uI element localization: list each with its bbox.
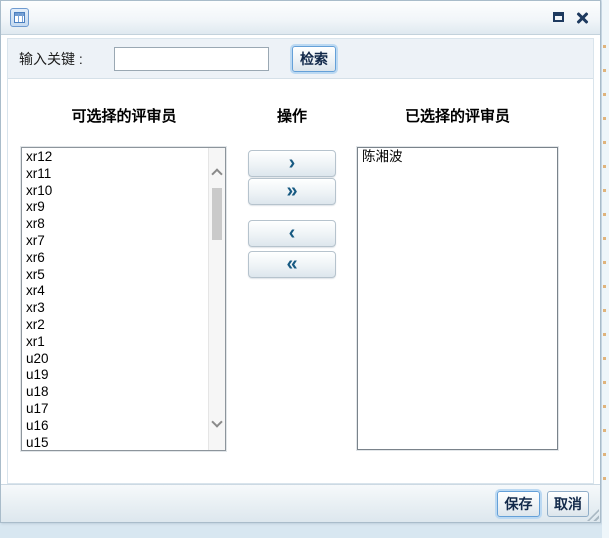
move-selected-left-button[interactable]: ‹: [248, 220, 336, 247]
titlebar[interactable]: [1, 1, 600, 35]
list-item[interactable]: u16: [22, 418, 208, 435]
scroll-down-icon[interactable]: [213, 420, 221, 428]
search-bar: 输入关键 : 检索: [8, 39, 593, 79]
move-selected-right-button[interactable]: ›: [248, 150, 336, 177]
move-all-left-button[interactable]: «: [248, 251, 336, 278]
scrollbar-thumb[interactable]: [212, 188, 222, 240]
list-item[interactable]: xr12: [22, 149, 208, 166]
underlying-page-strip: [602, 0, 609, 538]
list-item[interactable]: xr2: [22, 317, 208, 334]
selected-column-title: 已选择的评审员: [357, 105, 558, 126]
list-item[interactable]: 陈湘波: [358, 149, 557, 166]
list-item[interactable]: u17: [22, 401, 208, 418]
search-button[interactable]: 检索: [292, 46, 336, 72]
dialog-footer: 保存 取消: [1, 484, 600, 522]
list-item[interactable]: xr7: [22, 233, 208, 250]
selected-listbox[interactable]: 陈湘波: [357, 147, 558, 450]
list-item[interactable]: u19: [22, 367, 208, 384]
search-input[interactable]: [114, 47, 269, 71]
list-item[interactable]: xr8: [22, 216, 208, 233]
save-button[interactable]: 保存: [497, 491, 540, 517]
move-all-right-button[interactable]: »: [248, 178, 336, 205]
list-item[interactable]: u15: [22, 435, 208, 451]
list-item[interactable]: xr3: [22, 300, 208, 317]
available-column-title: 可选择的评审员: [21, 105, 227, 126]
list-item[interactable]: xr6: [22, 250, 208, 267]
list-item[interactable]: u20: [22, 351, 208, 368]
scroll-up-icon[interactable]: [213, 170, 221, 178]
actions-column-title: 操作: [248, 105, 336, 126]
list-item[interactable]: xr9: [22, 199, 208, 216]
underlying-page-content: [603, 45, 606, 495]
search-label: 输入关键 :: [19, 39, 83, 79]
cancel-button[interactable]: 取消: [547, 491, 589, 517]
list-item[interactable]: xr1: [22, 334, 208, 351]
close-icon[interactable]: [575, 11, 589, 24]
list-item[interactable]: u18: [22, 384, 208, 401]
list-item[interactable]: xr4: [22, 283, 208, 300]
reviewer-select-dialog: 输入关键 : 检索 可选择的评审员 操作 已选择的评审员 xr12 xr11 x…: [0, 0, 601, 523]
available-list: xr12 xr11 xr10 xr9 xr8 xr7 xr6 xr5 xr4 x…: [22, 149, 208, 451]
available-list-scrollbar[interactable]: [208, 148, 225, 450]
selected-list: 陈湘波: [358, 149, 557, 166]
available-listbox[interactable]: xr12 xr11 xr10 xr9 xr8 xr7 xr6 xr5 xr4 x…: [21, 147, 226, 451]
list-item[interactable]: xr10: [22, 183, 208, 200]
list-item[interactable]: xr5: [22, 267, 208, 284]
table-grid-icon: [10, 8, 29, 27]
list-item[interactable]: xr11: [22, 166, 208, 183]
maximize-icon[interactable]: [552, 11, 566, 24]
